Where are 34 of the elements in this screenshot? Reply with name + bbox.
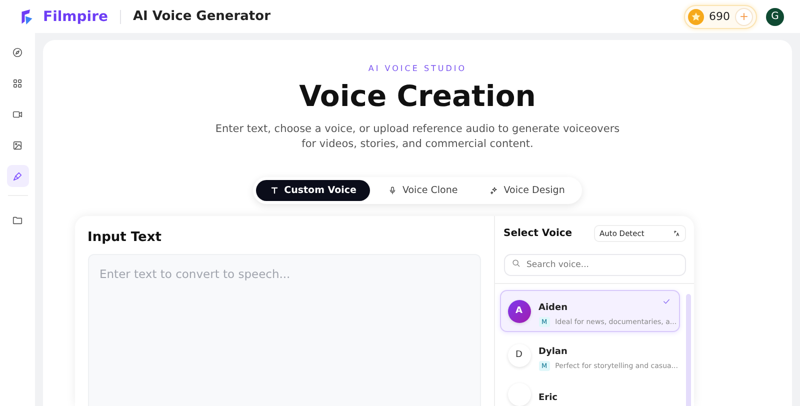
coin-icon — [688, 8, 704, 24]
voice-name: Dylan — [538, 347, 568, 357]
eyebrow-label: AI VOICE STUDIO — [368, 64, 467, 73]
credit-count: 690 — [709, 10, 730, 23]
search-field[interactable]: Search voice... — [504, 254, 686, 276]
compass-icon — [12, 46, 23, 58]
text-input-field[interactable]: Enter text to convert to speech... — [88, 254, 480, 406]
section-heading: Input Text — [88, 230, 162, 245]
credits-badge[interactable]: 690 + — [684, 4, 757, 28]
text-icon — [270, 186, 280, 195]
section-heading: Select Voice — [504, 228, 572, 239]
checkmark-icon — [662, 297, 670, 306]
description-text: Enter text, choose a voice, or upload reference audio to generate voiceovers for videos, stories, and commercial content. — [214, 122, 621, 152]
voice-item[interactable]: Eric — [500, 378, 680, 406]
translate-icon — [672, 230, 680, 237]
grid-icon — [12, 78, 23, 88]
page-title: AI Voice Generator — [132, 9, 270, 24]
voice-avatar: A — [508, 300, 530, 322]
image-icon — [12, 140, 23, 150]
sidebar-item[interactable] — [6, 165, 28, 187]
page-heading: Voice Creation — [299, 79, 536, 113]
mode-tab[interactable]: Voice Design — [476, 180, 579, 201]
video-camera-icon — [12, 108, 23, 120]
user-avatar[interactable]: G — [766, 8, 784, 26]
sparkle-icon — [490, 186, 499, 195]
mode-tab[interactable]: Custom Voice — [256, 180, 370, 201]
search-icon — [510, 258, 520, 268]
voice-avatar: D — [508, 344, 530, 366]
brand-name[interactable]: Filmpire — [43, 8, 108, 24]
folder-icon — [12, 214, 23, 226]
scrollbar[interactable] — [686, 294, 690, 406]
voice-name: Eric — [538, 393, 558, 403]
voice-name: Aiden — [538, 303, 568, 313]
mode-tab[interactable]: Voice Clone — [374, 180, 472, 201]
